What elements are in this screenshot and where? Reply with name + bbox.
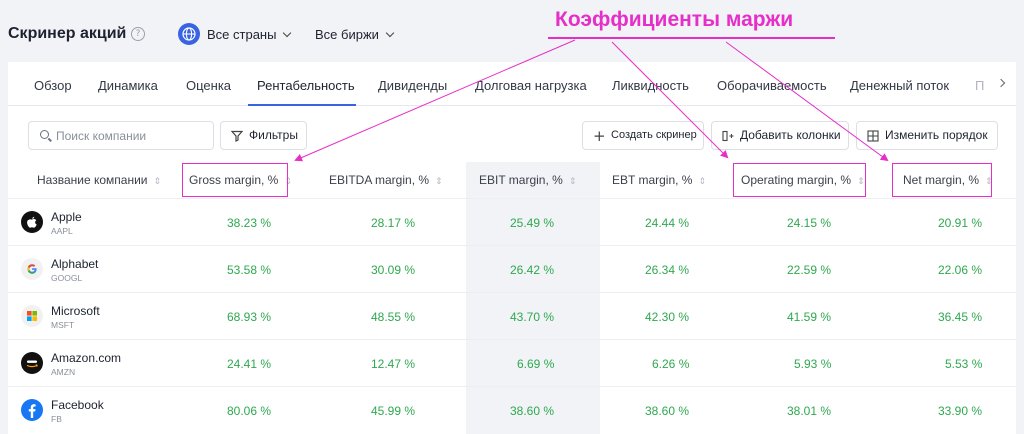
arrow-to-net-margin	[725, 41, 889, 162]
annotation-arrows	[294, 39, 889, 162]
arrow-to-operating-margin	[611, 41, 729, 159]
arrow-to-gross-margin	[294, 39, 576, 162]
